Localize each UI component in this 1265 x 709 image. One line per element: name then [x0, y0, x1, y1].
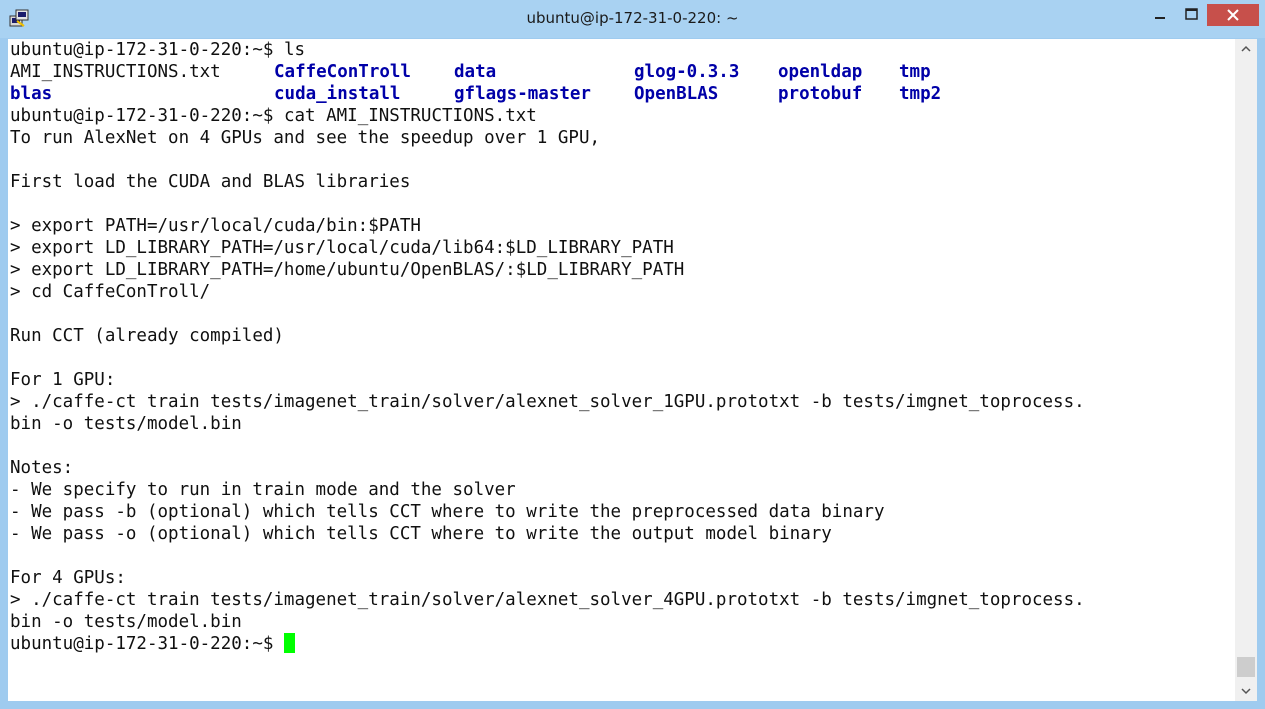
dir-entry: glog-0.3.3 — [634, 62, 740, 82]
dir-entry: CaffeConTroll — [274, 62, 411, 82]
chevron-up-icon — [1241, 45, 1251, 52]
dir-entry: OpenBLAS — [634, 84, 719, 104]
file-entry: AMI_INSTRUCTIONS.txt — [10, 62, 221, 82]
chevron-down-icon — [1241, 688, 1251, 695]
terminal-line: bin -o tests/model.bin — [10, 414, 242, 434]
text-cursor — [283, 633, 295, 653]
terminal-line: ubuntu@ip-172-31-0-220:~$ ls — [10, 40, 306, 60]
scroll-thumb[interactable] — [1237, 657, 1255, 677]
terminal-line: > ./caffe-ct train tests/imagenet_train/… — [10, 590, 1085, 610]
dir-entry: tmp — [899, 62, 931, 82]
terminal-line: For 4 GPUs: — [10, 568, 126, 588]
terminal-line: - We pass -o (optional) which tells CCT … — [10, 524, 832, 544]
close-icon — [1227, 9, 1239, 21]
terminal-line: bin -o tests/model.bin — [10, 612, 242, 632]
terminal-line: - We pass -b (optional) which tells CCT … — [10, 502, 885, 522]
terminal-line: - We specify to run in train mode and th… — [10, 480, 516, 500]
terminal-line: > cd CaffeConTroll/ — [10, 282, 211, 302]
minimize-icon — [1155, 17, 1165, 19]
terminal-line: > export PATH=/usr/local/cuda/bin:$PATH — [10, 216, 421, 236]
dir-entry: protobuf — [778, 84, 863, 104]
dir-entry: gflags-master — [454, 84, 591, 104]
dir-entry: blas — [10, 84, 53, 104]
terminal-line: Run CCT (already compiled) — [10, 326, 284, 346]
dir-entry: cuda_install — [274, 84, 401, 104]
maximize-icon — [1184, 7, 1198, 20]
terminal-line: > ./caffe-ct train tests/imagenet_train/… — [10, 392, 1085, 412]
terminal-line: > export LD_LIBRARY_PATH=/usr/local/cuda… — [10, 238, 674, 258]
terminal-line: ubuntu@ip-172-31-0-220:~$ cat AMI_INSTRU… — [10, 106, 537, 126]
terminal-line: > export LD_LIBRARY_PATH=/home/ubuntu/Op… — [10, 260, 685, 280]
terminal-prompt-line[interactable]: ubuntu@ip-172-31-0-220:~$ — [10, 633, 295, 655]
scroll-up-button[interactable] — [1235, 39, 1257, 59]
scroll-down-button[interactable] — [1235, 681, 1257, 701]
dir-entry: data — [454, 62, 497, 82]
terminal-line: Notes: — [10, 458, 74, 478]
terminal-line: First load the CUDA and BLAS libraries — [10, 172, 411, 192]
vertical-scrollbar[interactable] — [1235, 39, 1257, 701]
terminal-window: ubuntu@ip-172-31-0-220: ~ ubuntu@ip-172-… — [0, 0, 1265, 709]
terminal-line: For 1 GPU: — [10, 370, 116, 390]
maximize-button[interactable] — [1176, 1, 1206, 27]
terminal-line: To run AlexNet on 4 GPUs and see the spe… — [10, 128, 601, 148]
close-button[interactable] — [1207, 4, 1259, 26]
dir-entry: openldap — [778, 62, 863, 82]
minimize-button[interactable] — [1145, 1, 1175, 27]
dir-entry: tmp2 — [899, 84, 942, 104]
title-bar[interactable]: ubuntu@ip-172-31-0-220: ~ — [0, 0, 1265, 38]
window-title: ubuntu@ip-172-31-0-220: ~ — [526, 9, 739, 27]
terminal-output[interactable]: ubuntu@ip-172-31-0-220:~$ ls AMI_INSTRUC… — [8, 39, 1235, 701]
